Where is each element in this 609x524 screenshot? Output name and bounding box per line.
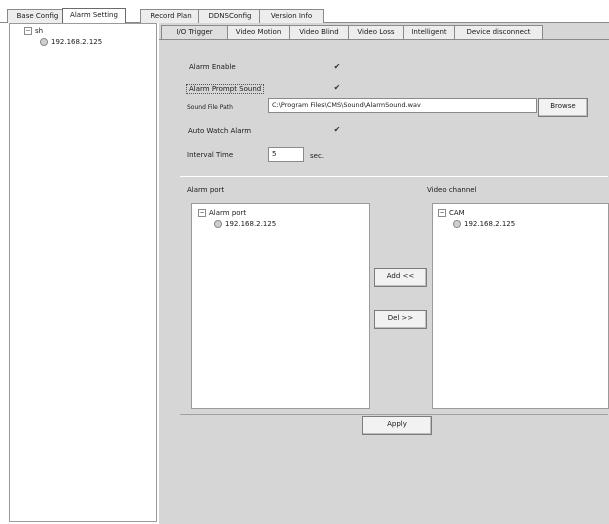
subtab-video-loss[interactable]: Video Loss (348, 25, 404, 40)
video-channel-child-label: 192.168.2.125 (464, 220, 516, 228)
subtab-video-motion[interactable]: Video Motion (227, 25, 290, 40)
subtab-video-blind[interactable]: Video Blind (289, 25, 349, 40)
tab-base-config[interactable]: Base Config (7, 9, 68, 23)
alarm-port-child-label: 192.168.2.125 (225, 220, 277, 228)
auto-watch-checkbox[interactable]: ✔ (333, 126, 341, 134)
camera-icon (453, 220, 461, 228)
auto-watch-label: Auto Watch Alarm (188, 127, 252, 135)
alarm-port-child[interactable]: 192.168.2.125 (214, 220, 276, 228)
tab-record-plan[interactable]: Record Plan (140, 9, 202, 23)
del-button[interactable]: Del >> (374, 310, 427, 329)
subtab-io-trigger[interactable]: I/O Trigger (161, 25, 228, 40)
device-tree-item-label: 192.168.2.125 (51, 38, 103, 46)
tab-alarm-setting[interactable]: Alarm Setting (62, 8, 126, 24)
prompt-sound-checkbox[interactable]: ✔ (333, 84, 341, 92)
prompt-sound-label: Alarm Prompt Sound (186, 84, 265, 94)
apply-button[interactable]: Apply (362, 416, 432, 435)
video-channel-list[interactable] (432, 203, 609, 409)
subtab-device-disconnect[interactable]: Device disconnect (454, 25, 543, 40)
interval-label: Interval Time (187, 151, 234, 159)
device-icon (40, 38, 48, 46)
tab-version-info[interactable]: Version Info (259, 9, 324, 23)
interval-input[interactable]: 5 (268, 147, 304, 162)
alarm-port-list[interactable] (191, 203, 370, 409)
alarm-port-title: Alarm port (187, 186, 225, 194)
subtab-intelligent[interactable]: Intelligent (403, 25, 455, 40)
tab-ddns-config[interactable]: DDNSConfig (198, 9, 262, 23)
browse-button[interactable]: Browse (538, 98, 588, 117)
alarm-enable-label: Alarm Enable (189, 63, 236, 71)
collapse-icon[interactable]: − (438, 209, 446, 217)
device-tree-panel (9, 23, 157, 522)
alarm-port-root[interactable]: − Alarm port (198, 209, 246, 217)
video-channel-root-label: CAM (449, 209, 465, 217)
alarm-port-root-label: Alarm port (209, 209, 247, 217)
add-button[interactable]: Add << (374, 268, 427, 287)
sound-file-label: Sound File Path (187, 104, 233, 111)
alarm-port-icon (214, 220, 222, 228)
subtab-baseline (159, 39, 609, 40)
alarm-enable-checkbox[interactable]: ✔ (333, 63, 341, 71)
device-tree-root-label: sh (35, 27, 44, 35)
device-tree-root[interactable]: − sh (24, 27, 43, 35)
collapse-icon[interactable]: − (198, 209, 206, 217)
video-channel-title: Video channel (427, 186, 477, 194)
video-channel-child[interactable]: 192.168.2.125 (453, 220, 515, 228)
device-tree-item[interactable]: 192.168.2.125 (40, 38, 102, 46)
collapse-icon[interactable]: − (24, 27, 32, 35)
interval-unit: sec. (310, 152, 325, 160)
video-channel-root[interactable]: − CAM (438, 209, 465, 217)
sound-file-input[interactable]: C:\Program Files\CMS\Sound\AlarmSound.wa… (268, 98, 537, 113)
